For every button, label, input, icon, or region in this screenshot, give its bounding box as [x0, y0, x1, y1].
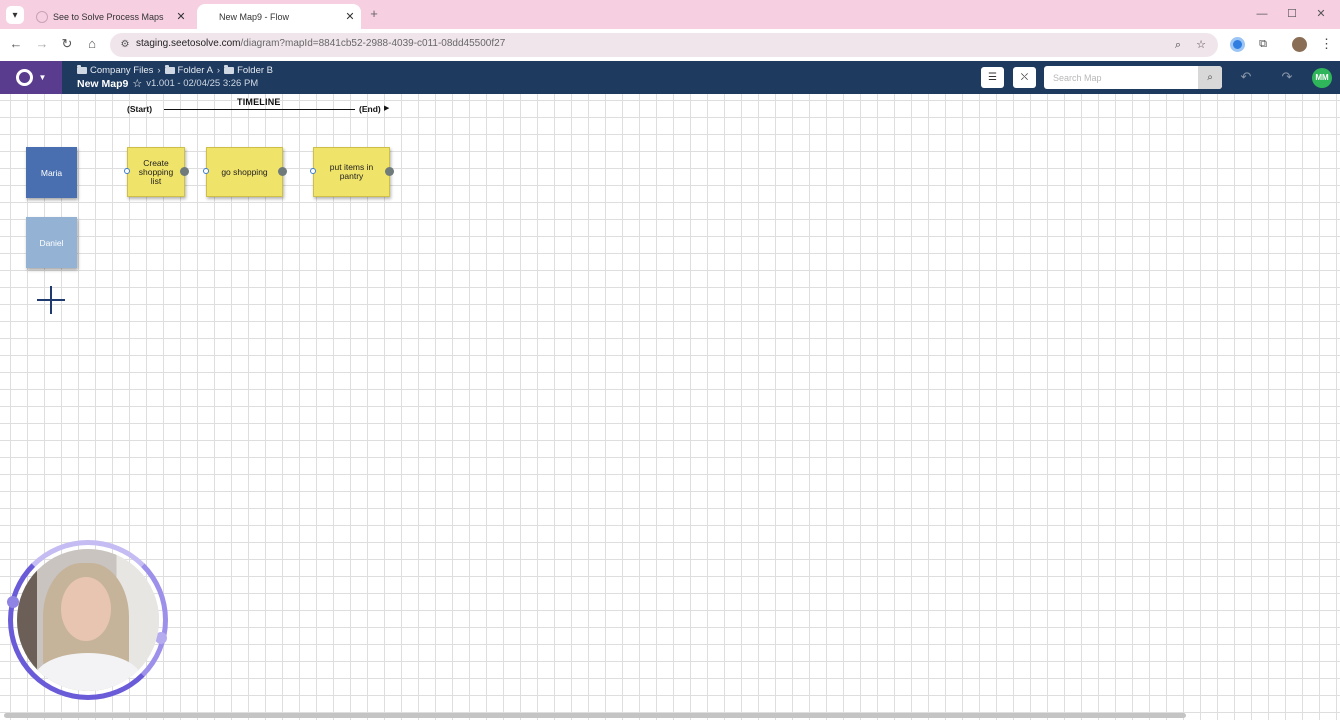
webcam-head: [61, 577, 111, 641]
close-icon[interactable]: ✕: [174, 10, 188, 23]
forward-button[interactable]: →: [34, 36, 50, 52]
lane-label: Daniel: [39, 237, 64, 248]
reload-icon: ↻: [61, 36, 73, 51]
diagram-canvas[interactable]: [0, 94, 1340, 720]
lane-daniel[interactable]: Daniel: [26, 217, 77, 268]
timeline-line: [164, 109, 355, 110]
url-host: staging.seetosolve.com: [136, 38, 241, 49]
app-logo-icon: [15, 69, 33, 86]
new-tab-button[interactable]: +: [366, 6, 382, 22]
close-icon: ✕: [1316, 8, 1326, 20]
timeline-label: TIMELINE: [237, 97, 281, 107]
timeline-end: (End): [359, 104, 381, 114]
close-window-button[interactable]: ✕: [1314, 6, 1328, 22]
step-put-items-in-pantry[interactable]: put items in pantry: [313, 147, 390, 197]
favorite-star-icon[interactable]: ☆: [132, 77, 142, 90]
folder-icon: [164, 65, 175, 74]
chevron-down-icon: ▾: [12, 9, 18, 21]
search-button[interactable]: ⌕: [1198, 66, 1222, 89]
timeline-start: (Start): [127, 104, 153, 114]
tab-search-button[interactable]: ▾: [6, 6, 24, 24]
maximize-button[interactable]: ☐: [1285, 6, 1299, 22]
map-title-row: New Map9 ☆ v1.001 - 02/04/25 3:26 PM: [77, 77, 259, 91]
star-icon[interactable]: ☆: [1193, 37, 1209, 53]
site-favicon-icon: [36, 10, 48, 23]
list-view-button[interactable]: ☰: [981, 67, 1004, 88]
step-input-port[interactable]: [310, 168, 316, 174]
list-icon: ☰: [988, 72, 997, 83]
breadcrumb-item[interactable]: Folder B: [224, 65, 273, 76]
breadcrumb-item[interactable]: Folder A: [164, 65, 213, 76]
step-create-shopping-list[interactable]: Create shopping list: [127, 147, 185, 197]
minimize-icon: —: [1256, 8, 1268, 20]
breadcrumb-label: Company Files: [90, 65, 154, 76]
browser-tab-strip: ▾ See to Solve Process Maps ✕ New Map9 -…: [0, 0, 1340, 29]
breadcrumb-item[interactable]: Company Files: [77, 65, 153, 76]
search-icon: ⌕: [1207, 72, 1213, 83]
user-avatar[interactable]: MM: [1312, 68, 1332, 88]
app-menu-button[interactable]: ▼: [0, 61, 62, 94]
home-button[interactable]: ⌂: [84, 36, 100, 52]
folder-icon: [77, 65, 87, 74]
step-output-port[interactable]: [278, 167, 287, 176]
map-title[interactable]: New Map9: [77, 78, 128, 90]
redo-button[interactable]: ↷: [1279, 69, 1295, 85]
caret-down-icon: ▼: [38, 73, 47, 82]
search-map-box: ⌕: [1044, 66, 1222, 89]
chevron-right-icon: ›: [157, 65, 161, 76]
plus-icon: +: [370, 6, 378, 21]
step-input-port[interactable]: [203, 168, 209, 174]
step-label: go shopping: [221, 166, 268, 177]
add-lane-plus-icon[interactable]: [36, 285, 66, 315]
map-version: v1.001 - 02/04/25 3:26 PM: [146, 78, 259, 89]
step-output-port[interactable]: [385, 167, 394, 176]
minimize-button[interactable]: —: [1255, 6, 1269, 22]
chevron-right-icon: ›: [216, 65, 221, 76]
tab-see-to-solve[interactable]: See to Solve Process Maps ✕: [30, 4, 192, 29]
webcam-video: [17, 549, 159, 691]
breadcrumb-label: Folder B: [237, 65, 273, 76]
folder-icon: [224, 65, 235, 74]
profile-avatar[interactable]: [1292, 37, 1307, 52]
step-output-port[interactable]: [180, 167, 189, 176]
lane-label: Maria: [40, 167, 63, 178]
step-input-port[interactable]: [124, 168, 130, 174]
tab-title: See to Solve Process Maps: [53, 11, 164, 22]
tab-new-map9[interactable]: New Map9 - Flow ✕: [197, 4, 361, 29]
unlink-icon: ⛌: [1020, 72, 1029, 83]
step-label: put items in pantry: [329, 162, 374, 181]
app-header: ▼ Company Files › Folder A › Folder B Ne…: [0, 61, 1340, 94]
back-button[interactable]: ←: [8, 36, 24, 52]
browser-toolbar: ← → ↻ ⌂ ⚙ staging.seetosolve.com/diagram…: [0, 29, 1340, 61]
arrow-left-icon: ←: [9, 36, 23, 51]
url-text[interactable]: staging.seetosolve.com/diagram?mapId=884…: [136, 38, 505, 49]
step-label: Create shopping list: [138, 157, 174, 186]
redo-icon: ↷: [1281, 69, 1293, 84]
breadcrumb: Company Files › Folder A › Folder B: [77, 65, 273, 76]
search-map-input[interactable]: [1044, 66, 1198, 89]
undo-icon: ↶: [1240, 69, 1252, 84]
close-icon[interactable]: ✕: [343, 10, 357, 23]
url-path: /diagram?mapId=8841cb52-2988-4039-c011-0…: [240, 38, 506, 49]
magnifier-icon[interactable]: ⌕: [1170, 37, 1186, 53]
lane-maria[interactable]: Maria: [26, 147, 77, 198]
puzzle-icon[interactable]: ⧉: [1255, 36, 1271, 52]
maximize-icon: ☐: [1287, 8, 1297, 20]
undo-button[interactable]: ↶: [1238, 69, 1254, 85]
step-go-shopping[interactable]: go shopping: [206, 147, 283, 197]
horizontal-scrollbar[interactable]: [4, 713, 1186, 718]
breadcrumb-label: Folder A: [177, 65, 213, 76]
unlink-button[interactable]: ⛌: [1013, 67, 1036, 88]
home-icon: ⌂: [88, 36, 96, 51]
address-bar[interactable]: ⚙ staging.seetosolve.com/diagram?mapId=8…: [110, 33, 1218, 57]
extension-icon[interactable]: [1230, 37, 1245, 52]
kebab-icon[interactable]: ⋮: [1320, 36, 1333, 52]
reload-button[interactable]: ↻: [59, 36, 75, 52]
arrow-right-icon: →: [35, 36, 49, 51]
play-arrow-icon: ▶: [384, 105, 390, 112]
tune-icon[interactable]: ⚙: [118, 38, 132, 52]
tab-title: New Map9 - Flow: [219, 11, 290, 22]
